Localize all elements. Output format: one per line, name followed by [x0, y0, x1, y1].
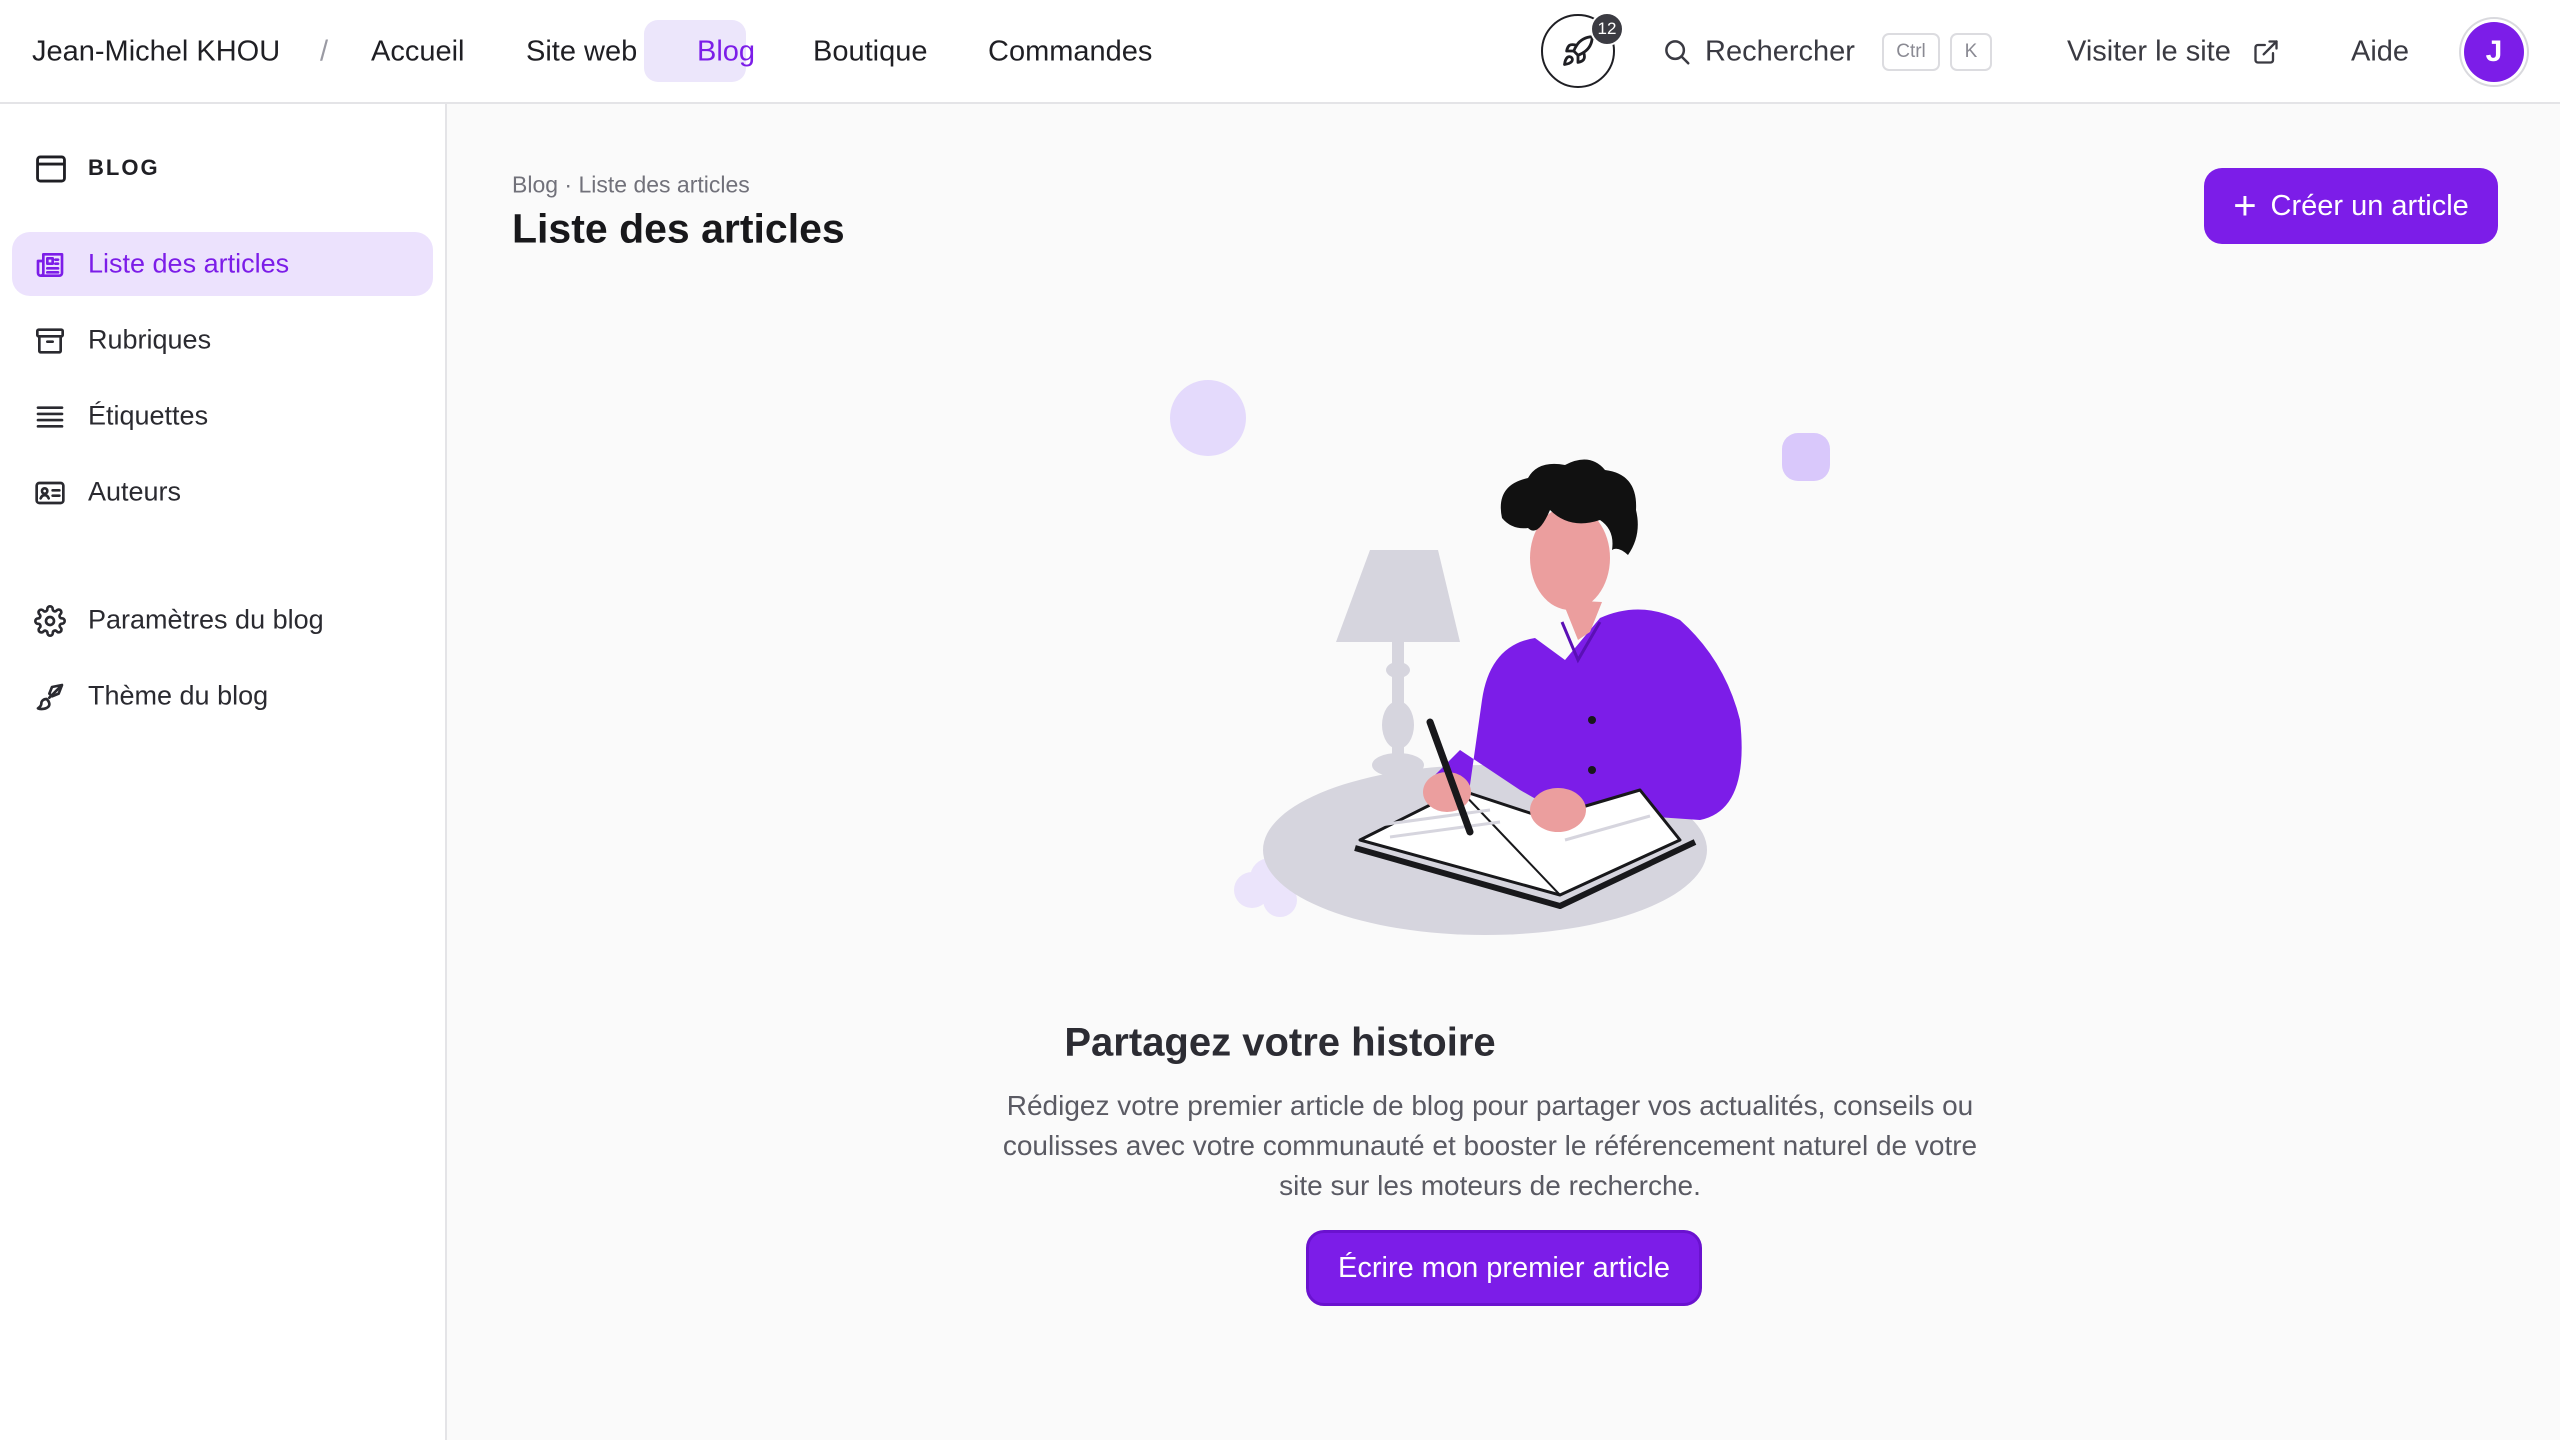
id-card-icon — [35, 481, 65, 505]
sidebar-item-auteurs[interactable]: Auteurs — [12, 460, 433, 524]
newspaper-icon — [36, 253, 64, 277]
nav-accueil[interactable]: Accueil — [371, 36, 465, 69]
list-lines-icon — [36, 406, 64, 428]
page-title: Liste des articles — [512, 205, 845, 252]
sidebar-item-label: Auteurs — [88, 476, 182, 507]
sidebar-section-title: BLOG — [88, 155, 160, 180]
sidebar-item-label: Thème du blog — [88, 680, 269, 711]
sidebar-item-rubriques[interactable]: Rubriques — [12, 308, 433, 372]
user-avatar[interactable]: J — [2464, 22, 2524, 82]
create-article-label: Créer un article — [2270, 189, 2469, 222]
nav-blog[interactable]: Blog — [697, 36, 755, 69]
workspace-user-name[interactable]: Jean-Michel KHOU — [32, 36, 280, 69]
nav-commandes[interactable]: Commandes — [988, 36, 1152, 69]
sidebar-item-liste-des-articles[interactable]: Liste des articles — [12, 232, 433, 296]
gear-icon — [34, 605, 66, 637]
create-article-button[interactable]: + Créer un article — [2204, 168, 2498, 244]
external-link-icon — [2254, 40, 2278, 64]
search-icon — [1665, 40, 1690, 65]
rocket-icon — [1563, 35, 1594, 66]
sidebar-item-theme-du-blog[interactable]: Thème du blog — [12, 664, 433, 728]
empty-state-title: Partagez votre histoire — [1064, 1020, 1496, 1065]
sidebar-item-parametres-du-blog[interactable]: Paramètres du blog — [12, 588, 433, 652]
search-button[interactable]: Rechercher — [1705, 36, 1855, 69]
paintbrush-icon — [36, 683, 64, 711]
sidebar-item-label: Paramètres du blog — [88, 604, 324, 635]
browser-window-icon — [36, 155, 66, 183]
shortcut-key-k: K — [1950, 33, 1992, 71]
archive-icon — [36, 328, 64, 354]
sidebar — [0, 104, 447, 1440]
nav-boutique[interactable]: Boutique — [813, 36, 928, 69]
sidebar-item-label: Liste des articles — [88, 248, 290, 279]
nav-site-web[interactable]: Site web — [526, 36, 637, 69]
write-first-article-button[interactable]: Écrire mon premier article — [1306, 1230, 1702, 1306]
notification-badge: 12 — [1590, 12, 1624, 46]
visit-site-link[interactable]: Visiter le site — [2067, 36, 2231, 69]
breadcrumb-separator: / — [320, 35, 329, 68]
breadcrumb: Blog · Liste des articles — [512, 171, 750, 198]
writing-person-illustration — [1170, 380, 1830, 935]
empty-state-description: Rédigez votre premier article de blog po… — [1002, 1090, 1978, 1201]
sidebar-item-etiquettes[interactable]: Étiquettes — [12, 384, 433, 448]
top-bar: Jean-Michel KHOU / Accueil Site web Blog… — [0, 0, 2560, 104]
help-link[interactable]: Aide — [2351, 36, 2409, 69]
shortcut-key-ctrl: Ctrl — [1882, 33, 1940, 71]
plus-icon: + — [2233, 184, 2257, 228]
sidebar-item-label: Rubriques — [88, 324, 212, 355]
sidebar-item-label: Étiquettes — [88, 400, 209, 431]
